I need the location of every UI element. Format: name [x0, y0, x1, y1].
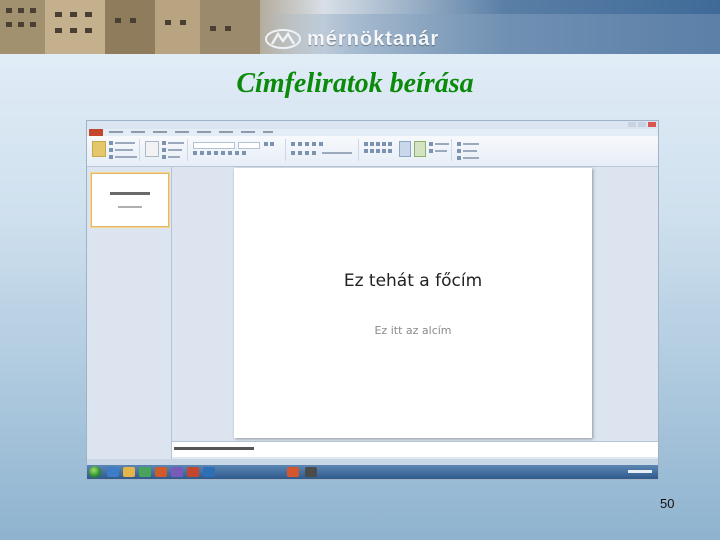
tab-transitions[interactable]: [175, 131, 189, 133]
taskbar-app-icon[interactable]: [171, 467, 183, 477]
ribbon: [87, 136, 658, 167]
quick-styles-button[interactable]: [414, 141, 426, 157]
window-titlebar: [87, 121, 658, 129]
slides-pane: [87, 167, 172, 459]
slide-title-placeholder[interactable]: Ez tehát a főcím: [234, 271, 592, 291]
powerpoint-screenshot: Ez tehát a főcím Ez itt az alcím: [87, 121, 658, 479]
arrange-button[interactable]: [399, 141, 411, 157]
taskbar-app-icon[interactable]: [203, 467, 215, 477]
slide-canvas[interactable]: Ez tehát a főcím Ez itt az alcím: [234, 168, 592, 438]
building-image: [105, 0, 155, 54]
maximize-icon[interactable]: [638, 122, 646, 127]
tab-file[interactable]: [89, 129, 103, 136]
ribbon-group-drawing: [361, 139, 452, 161]
tab-review[interactable]: [241, 131, 255, 133]
logo-text: mérnöktanár: [307, 27, 440, 50]
page-number: 50: [660, 496, 675, 511]
ribbon-tabs: [87, 129, 658, 136]
new-slide-button[interactable]: [145, 141, 159, 157]
thumbnail-subtitle: [118, 206, 142, 208]
logo: mérnöktanár: [265, 28, 439, 50]
minimize-icon[interactable]: [628, 122, 636, 127]
tab-design[interactable]: [153, 131, 167, 133]
slide-subtitle-placeholder[interactable]: Ez itt az alcím: [234, 324, 592, 337]
logo-mark-icon: [265, 29, 301, 49]
close-icon[interactable]: [648, 122, 656, 127]
ribbon-group-clipboard: [89, 139, 140, 161]
slide-thumbnail[interactable]: [91, 173, 169, 227]
taskbar-app-icon[interactable]: [305, 467, 317, 477]
paste-button[interactable]: [92, 141, 106, 157]
notes-placeholder: [174, 447, 254, 450]
building-image: [155, 0, 200, 54]
building-image: [45, 0, 105, 54]
taskbar-app-icon[interactable]: [139, 467, 151, 477]
taskbar-app-icon[interactable]: [107, 467, 119, 477]
ribbon-group-editing: [454, 139, 514, 161]
window-controls: [628, 122, 656, 127]
tab-animations[interactable]: [197, 131, 211, 133]
ribbon-group-paragraph: [288, 139, 359, 161]
taskbar-app-icon[interactable]: [287, 467, 299, 477]
clock: [628, 470, 652, 473]
start-button-icon[interactable]: [89, 466, 101, 478]
tab-slide-show[interactable]: [219, 131, 233, 133]
ribbon-group-slides: [142, 139, 188, 161]
thumbnail-title: [110, 192, 150, 195]
taskbar-app-icon[interactable]: [155, 467, 167, 477]
tab-home[interactable]: [109, 131, 123, 133]
ribbon-group-font: [190, 139, 286, 161]
windows-taskbar: [87, 465, 658, 479]
taskbar-app-icon[interactable]: [187, 467, 199, 477]
header-banner: mérnöktanár: [0, 0, 720, 54]
page-title: Címfeliratok beírása: [236, 68, 474, 99]
tab-insert[interactable]: [131, 131, 145, 133]
tab-view[interactable]: [263, 131, 273, 133]
notes-pane[interactable]: [172, 441, 658, 457]
taskbar-app-icon[interactable]: [123, 467, 135, 477]
